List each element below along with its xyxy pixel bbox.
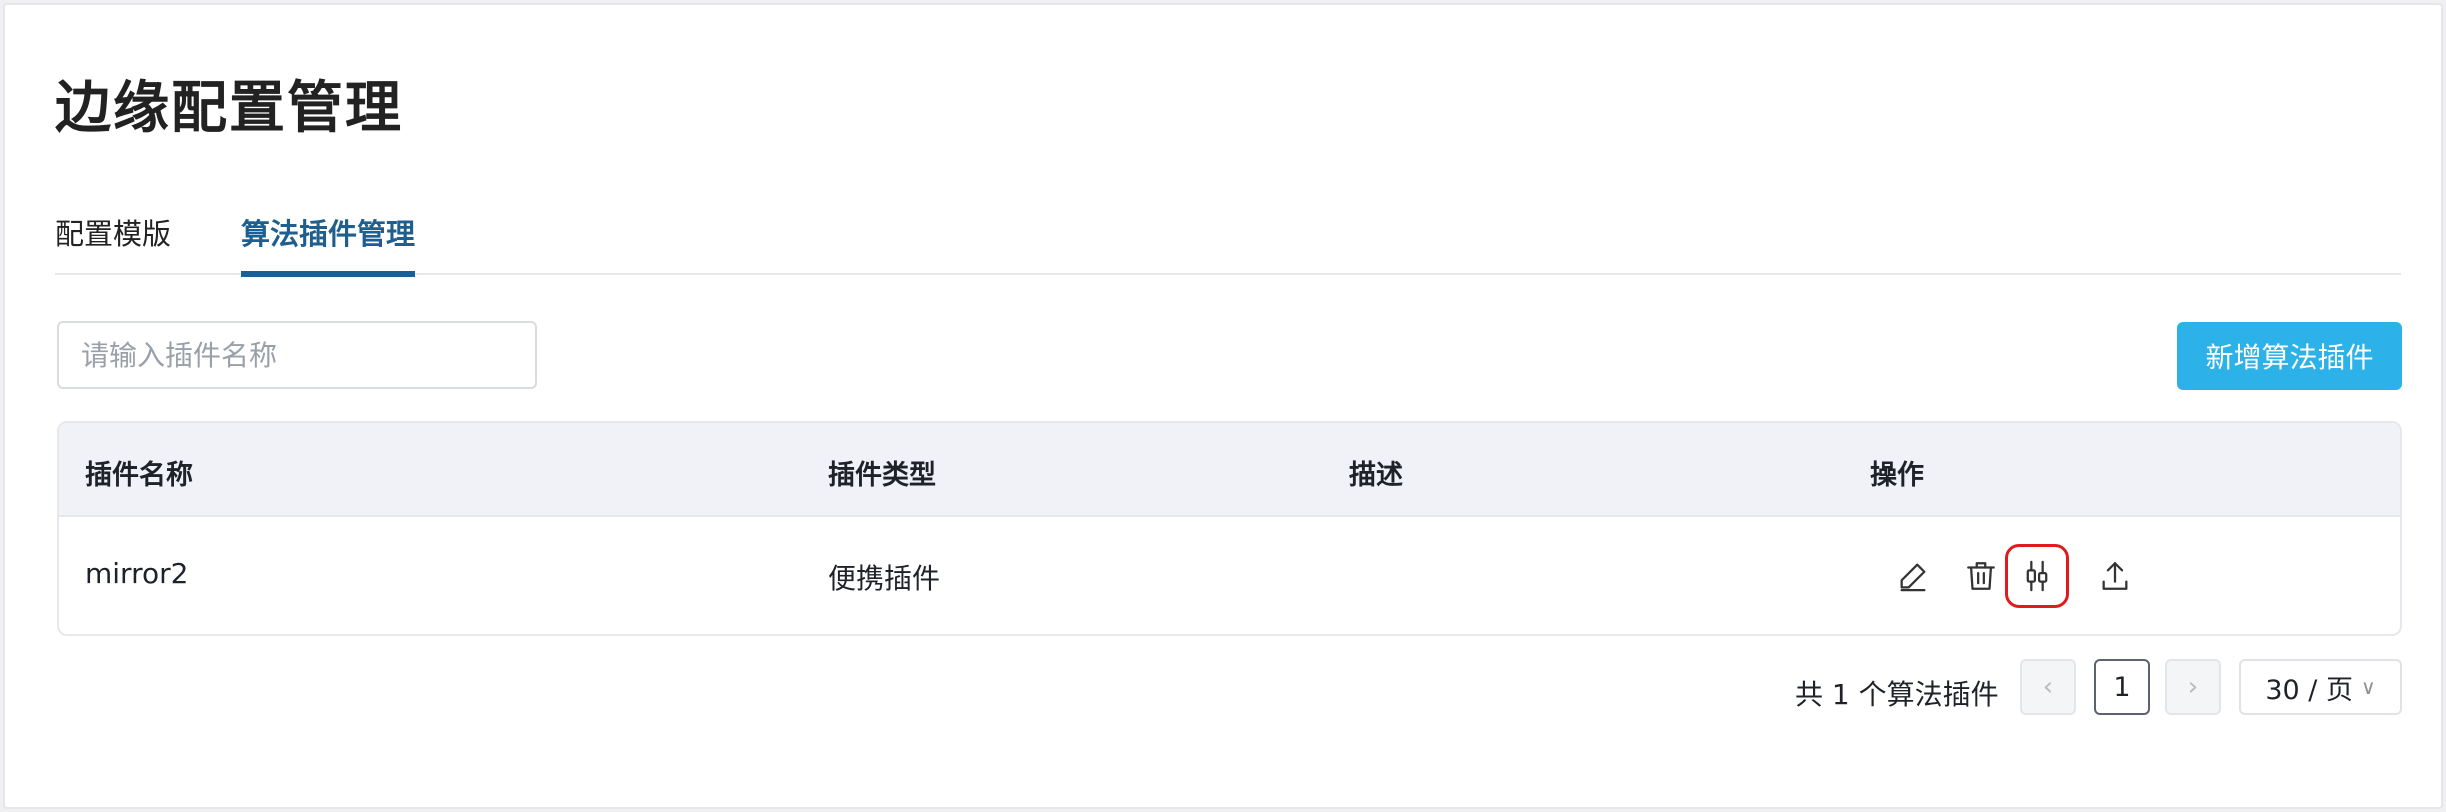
- delete-button[interactable]: [1949, 544, 2013, 608]
- column-header-type: 插件类型: [828, 460, 936, 491]
- column-header-description: 描述: [1349, 460, 1403, 491]
- plugin-table: 插件名称 插件类型 描述 操作 mirror2 便携插件: [57, 421, 2402, 636]
- pagination-total: 共 1 个算法插件: [1795, 678, 1999, 711]
- upload-icon: [2102, 562, 2128, 590]
- next-page-button[interactable]: ›: [2165, 659, 2221, 715]
- adjust-icon: [2026, 560, 2048, 592]
- prev-page-button[interactable]: ‹: [2020, 659, 2076, 715]
- page-size-label: 30 / 页: [2265, 674, 2353, 706]
- column-header-name: 插件名称: [85, 460, 193, 491]
- tab-plugin-management[interactable]: 算法插件管理: [241, 211, 416, 277]
- upload-button[interactable]: [2083, 544, 2147, 608]
- add-plugin-button[interactable]: 新增算法插件: [2177, 322, 2402, 390]
- cell-plugin-type: 便携插件: [828, 562, 941, 595]
- edit-button[interactable]: [1881, 544, 1945, 608]
- chevron-right-icon: ›: [2187, 672, 2199, 702]
- page-title: 边缘配置管理: [55, 76, 403, 141]
- table-row: mirror2 便携插件: [59, 517, 2400, 634]
- main-card: 边缘配置管理 配置模版 算法插件管理 新增算法插件 插件名称 插件类型 描述 操…: [3, 3, 2443, 809]
- tab-bar: 配置模版 算法插件管理: [55, 205, 2401, 277]
- table-header: 插件名称 插件类型 描述 操作: [59, 423, 2400, 517]
- tab-config-template[interactable]: 配置模版: [55, 211, 171, 275]
- chevron-left-icon: ‹: [2042, 672, 2054, 702]
- page-number-button[interactable]: 1: [2094, 659, 2150, 715]
- page-size-select[interactable]: 30 / 页 ∨: [2239, 659, 2402, 715]
- plugin-name-search-input[interactable]: [57, 321, 537, 389]
- edit-icon: [1900, 563, 1926, 592]
- chevron-down-icon: ∨: [2360, 675, 2376, 699]
- adjust-button[interactable]: [2005, 544, 2069, 608]
- cell-plugin-name: mirror2: [85, 557, 189, 590]
- delete-icon: [1967, 562, 1995, 590]
- column-header-actions: 操作: [1870, 460, 1924, 491]
